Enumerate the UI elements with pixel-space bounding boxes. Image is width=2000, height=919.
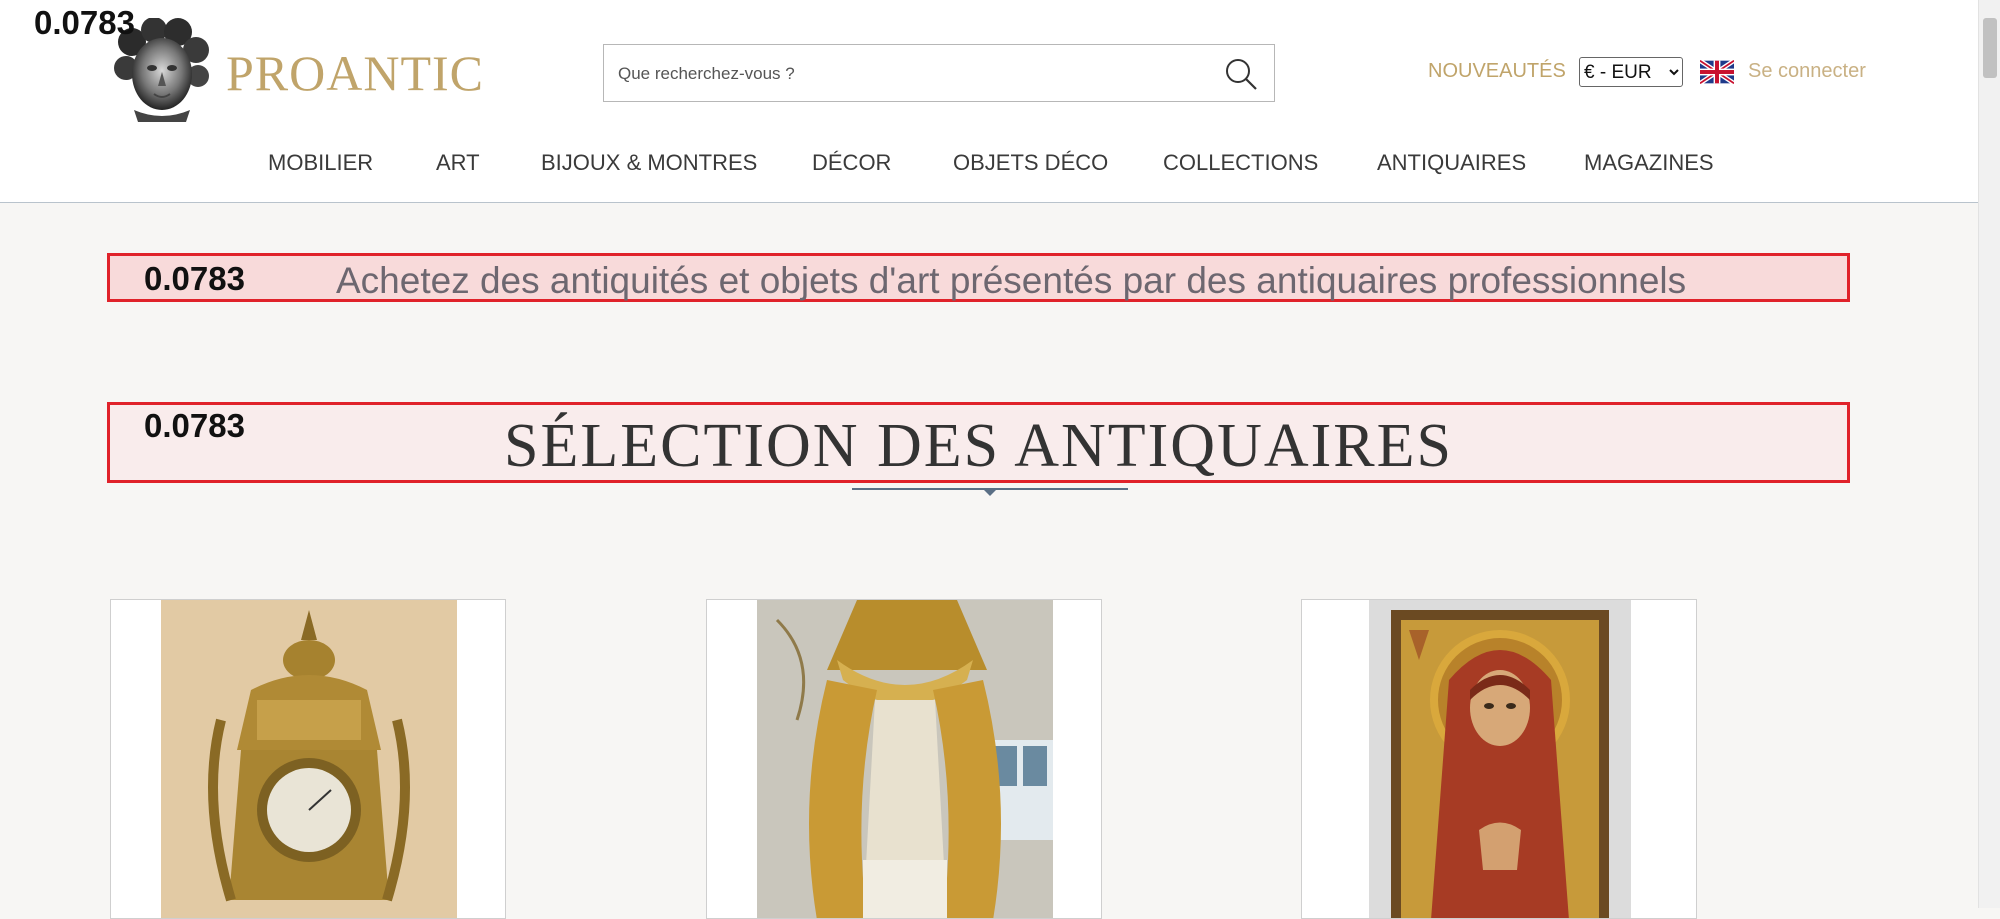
main-nav: MOBILIER ART BIJOUX & MONTRES DÉCOR OBJE… xyxy=(0,150,1978,180)
product-card-canopy-bed[interactable] xyxy=(706,599,1102,919)
nav-item-mobilier[interactable]: MOBILIER xyxy=(268,150,373,176)
uk-flag-icon[interactable] xyxy=(1700,60,1734,84)
barometer-image xyxy=(161,600,457,918)
site-header: PROANTIC NOUVEAUTÉS € - EUR Se connecter… xyxy=(0,0,1978,203)
overlay-score: 0.0783 xyxy=(34,4,135,41)
tagline-text: Achetez des antiquités et objets d'art p… xyxy=(336,260,1687,301)
section-title-banner: 0.0783 SÉLECTION DES ANTIQUAIRES xyxy=(107,402,1850,483)
search-box xyxy=(603,44,1275,102)
search-icon[interactable] xyxy=(1222,55,1260,93)
search-input[interactable] xyxy=(616,59,1200,89)
nav-item-objets-deco[interactable]: OBJETS DÉCO xyxy=(953,150,1108,176)
login-link[interactable]: Se connecter xyxy=(1748,60,1866,83)
nouveautes-link[interactable]: NOUVEAUTÉS xyxy=(1428,60,1566,83)
scrollbar-thumb[interactable] xyxy=(1983,18,1997,78)
icon-painting-image xyxy=(1369,600,1631,918)
banner-score: 0.0783 xyxy=(144,260,245,297)
nav-item-collections[interactable]: COLLECTIONS xyxy=(1163,150,1318,176)
section-title: SÉLECTION DES ANTIQUAIRES xyxy=(504,412,1453,480)
product-card-icon-painting[interactable] xyxy=(1301,599,1697,919)
section-divider-arrow xyxy=(983,489,997,496)
logo-text[interactable]: PROANTIC xyxy=(226,44,484,102)
nav-item-art[interactable]: ART xyxy=(436,150,480,176)
currency-select[interactable]: € - EUR xyxy=(1579,57,1683,87)
nav-item-decor[interactable]: DÉCOR xyxy=(812,150,891,176)
page-scrollbar[interactable] xyxy=(1978,0,2000,908)
canopy-bed-image xyxy=(757,600,1053,918)
product-card-barometer[interactable] xyxy=(110,599,506,919)
nav-item-magazines[interactable]: MAGAZINES xyxy=(1584,150,1714,176)
nav-item-bijoux-montres[interactable]: BIJOUX & MONTRES xyxy=(541,150,757,176)
nav-item-antiquaires[interactable]: ANTIQUAIRES xyxy=(1377,150,1526,176)
tagline-banner: 0.0783 Achetez des antiquités et objets … xyxy=(107,253,1850,302)
